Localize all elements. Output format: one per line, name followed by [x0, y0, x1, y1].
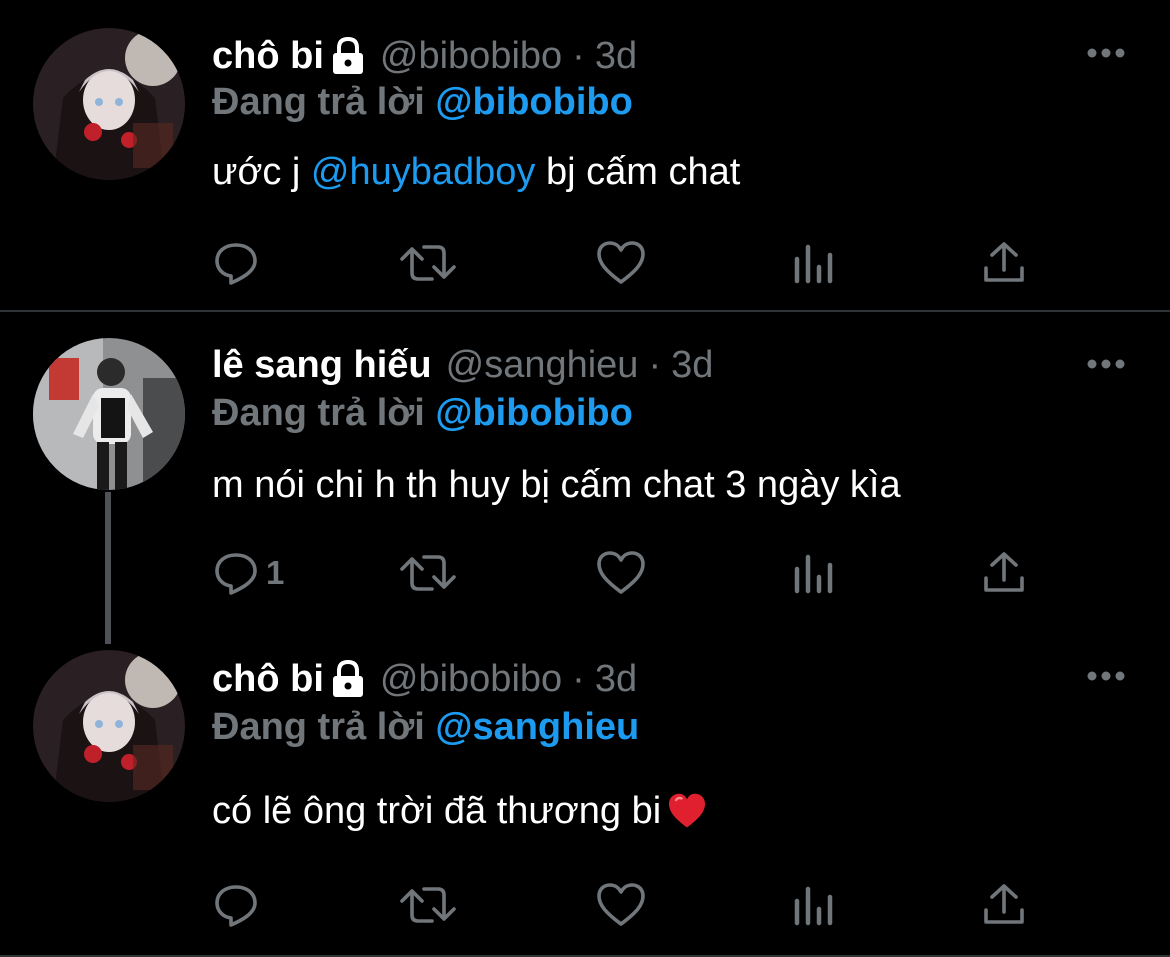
- reply-icon: [212, 239, 260, 287]
- lock-icon: [330, 659, 366, 699]
- lock-icon: [330, 36, 366, 76]
- reply-button[interactable]: 1: [212, 548, 284, 598]
- more-icon[interactable]: [1084, 356, 1128, 372]
- retweet-button[interactable]: [400, 880, 456, 930]
- retweet-icon: [400, 239, 456, 287]
- timestamp[interactable]: 3d: [595, 35, 637, 78]
- replying-to: Đang trả lời @bibobibo: [212, 81, 633, 124]
- tweet-header: chô bi @bibobibo · 3d: [212, 31, 637, 81]
- views-icon: [792, 241, 836, 285]
- share-button[interactable]: [982, 548, 1026, 598]
- separator-dot: ·: [648, 343, 662, 386]
- views-button[interactable]: [792, 880, 836, 930]
- share-icon: [982, 882, 1026, 928]
- handle[interactable]: @bibobibo: [380, 658, 562, 701]
- replying-to-handle[interactable]: @bibobibo: [435, 81, 632, 123]
- reply-count: 1: [266, 554, 285, 591]
- handle[interactable]: @bibobibo: [380, 35, 562, 78]
- mention-link[interactable]: @huybadboy: [311, 151, 536, 193]
- reply-button[interactable]: [212, 880, 266, 930]
- retweet-button[interactable]: [400, 238, 456, 288]
- views-button[interactable]: [792, 238, 836, 288]
- replying-to-label: Đang trả lời: [212, 81, 425, 123]
- replying-to: Đang trả lời @sanghieu: [212, 706, 639, 749]
- tweet-text-content: có lẽ ông trời đã thương bi: [212, 790, 662, 832]
- display-name[interactable]: lê sang hiếu: [212, 344, 432, 387]
- display-name[interactable]: chô bi: [212, 35, 324, 78]
- like-button[interactable]: [596, 238, 646, 288]
- like-icon: [596, 882, 646, 928]
- tweet-text-before: ước j: [212, 151, 311, 193]
- replying-to-label: Đang trả lời: [212, 392, 425, 434]
- replying-to-handle[interactable]: @sanghieu: [435, 706, 639, 748]
- separator-dot: ·: [572, 657, 585, 700]
- share-icon: [982, 240, 1026, 286]
- avatar-chobi[interactable]: [33, 28, 185, 180]
- tweet-3[interactable]: chô bi @bibobibo · 3d Đang trả lời @sang…: [0, 642, 1170, 955]
- views-button[interactable]: [792, 548, 836, 598]
- more-icon[interactable]: [1084, 45, 1128, 61]
- tweet-header: chô bi @bibobibo · 3d: [212, 654, 637, 704]
- timestamp[interactable]: 3d: [595, 658, 637, 701]
- replying-to-handle[interactable]: @bibobibo: [435, 392, 632, 434]
- share-icon: [982, 550, 1026, 596]
- views-icon: [792, 883, 836, 927]
- tweet-header: lê sang hiếu @sanghieu · 3d: [212, 340, 713, 390]
- like-button[interactable]: [596, 880, 646, 930]
- replying-to: Đang trả lời @bibobibo: [212, 392, 633, 435]
- tweet-text: m nói chi h th huy bị cấm chat 3 ngày kì…: [212, 464, 901, 506]
- like-icon: [596, 550, 646, 596]
- retweet-icon: [400, 881, 456, 929]
- tweet-actions: [210, 880, 1050, 930]
- handle[interactable]: @sanghieu: [446, 344, 639, 387]
- tweet-text: có lẽ ông trời đã thương bi: [212, 790, 707, 839]
- replying-to-label: Đang trả lời: [212, 706, 425, 748]
- reply-icon: [212, 549, 260, 597]
- more-icon[interactable]: [1084, 668, 1128, 684]
- tweet-1[interactable]: chô bi @bibobibo · 3d Đang trả lời @bibo…: [0, 0, 1170, 310]
- thread-connector: [105, 492, 111, 644]
- tweet-text-after: bj cấm chat: [535, 151, 741, 193]
- tweet-actions: 1: [210, 548, 1050, 598]
- share-button[interactable]: [982, 238, 1026, 288]
- like-icon: [596, 240, 646, 286]
- like-button[interactable]: [596, 548, 646, 598]
- display-name[interactable]: chô bi: [212, 658, 324, 701]
- views-icon: [792, 551, 836, 595]
- tweet-actions: [210, 238, 1050, 288]
- separator-dot: ·: [572, 34, 585, 77]
- reply-button[interactable]: [212, 238, 266, 288]
- share-button[interactable]: [982, 880, 1026, 930]
- tweet-text: ước j @huybadboy bj cấm chat: [212, 151, 740, 194]
- avatar-chobi[interactable]: [33, 650, 185, 802]
- retweet-button[interactable]: [400, 548, 456, 598]
- tweet-2[interactable]: lê sang hiếu @sanghieu · 3d Đang trả lời…: [0, 312, 1170, 644]
- red-heart-icon: [667, 793, 707, 839]
- avatar-sanghieu[interactable]: [33, 338, 185, 490]
- reply-icon: [212, 881, 260, 929]
- timestamp[interactable]: 3d: [671, 344, 713, 387]
- retweet-icon: [400, 549, 456, 597]
